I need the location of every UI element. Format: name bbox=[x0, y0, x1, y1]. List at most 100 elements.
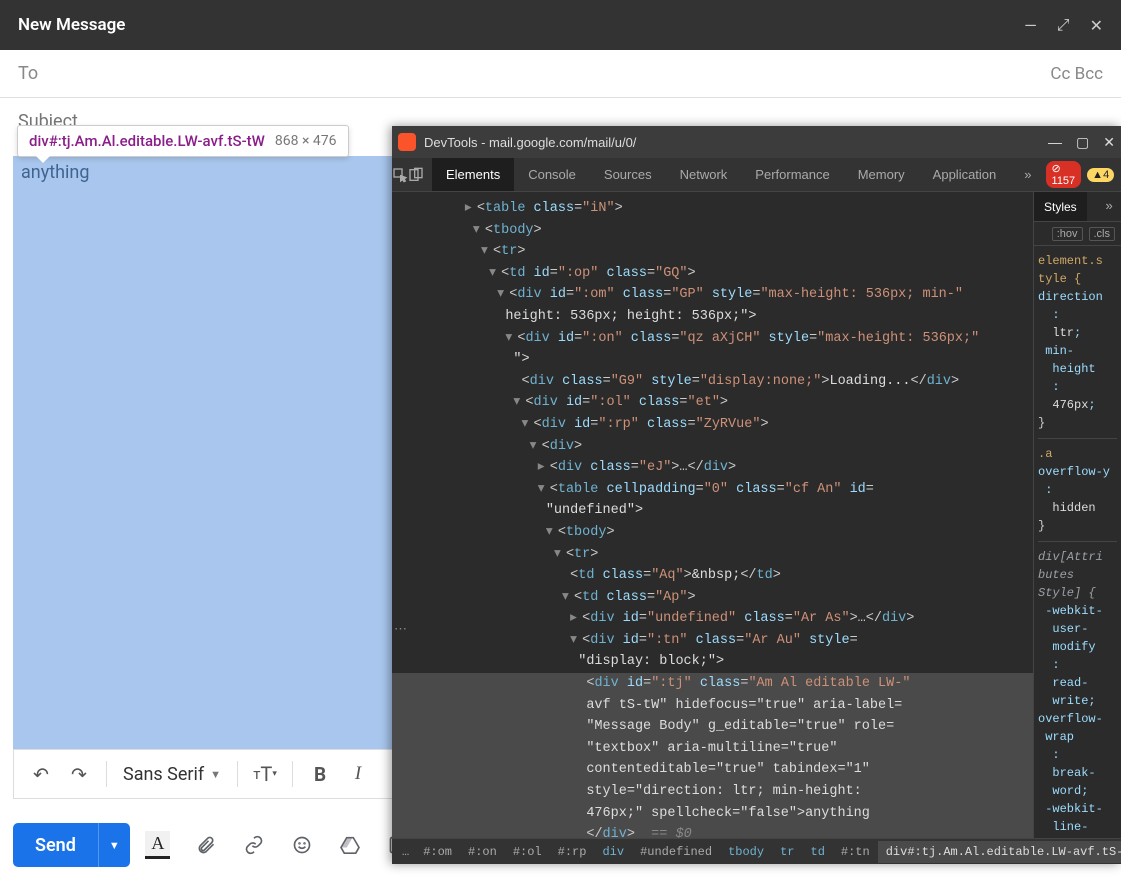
cls-toggle[interactable]: .cls bbox=[1089, 227, 1116, 241]
crumb[interactable]: tr bbox=[772, 845, 802, 859]
expand-icon[interactable]: ⤢ bbox=[1057, 15, 1070, 35]
crumb[interactable]: #:rp bbox=[550, 845, 595, 859]
emoji-icon[interactable] bbox=[288, 831, 316, 859]
devtools-titlebar[interactable]: DevTools - mail.google.com/mail/u/0/ — ▢… bbox=[392, 126, 1121, 158]
devtools-window-controls: — ▢ ✕ bbox=[1048, 134, 1115, 151]
crumb[interactable]: td bbox=[803, 845, 833, 859]
dom-tree-line[interactable]: ▸<div id="undefined" class="Ar As">…</di… bbox=[392, 608, 1033, 630]
crumb[interactable]: tbody bbox=[720, 845, 772, 859]
attach-icon[interactable] bbox=[192, 831, 220, 859]
dom-tree-line[interactable]: ▾<div id=":tn" class="Ar Au" style= bbox=[392, 630, 1033, 652]
tab-application[interactable]: Application bbox=[919, 158, 1011, 191]
tab-console[interactable]: Console bbox=[514, 158, 590, 191]
dom-tree-line[interactable]: <td class="Aq">&nbsp;</td> bbox=[392, 565, 1033, 587]
css-rule[interactable]: } bbox=[1038, 414, 1117, 432]
send-button[interactable]: Send ▼ bbox=[13, 823, 130, 867]
dom-tree-line[interactable]: ▾<div id=":on" class="qz aXjCH" style="m… bbox=[392, 328, 1033, 350]
styles-filter-bar: :hov .cls bbox=[1034, 222, 1121, 246]
drive-icon[interactable] bbox=[336, 831, 364, 859]
css-rule[interactable]: -webkit- line- break : after- white- spa… bbox=[1038, 800, 1117, 838]
dom-tree-line[interactable]: contenteditable="true" tabindex="1" bbox=[392, 759, 1033, 781]
devtools-window: DevTools - mail.google.com/mail/u/0/ — ▢… bbox=[392, 126, 1121, 864]
dom-tree-line[interactable]: "> bbox=[392, 349, 1033, 371]
italic-icon[interactable]: I bbox=[341, 757, 375, 791]
undo-icon[interactable]: ↶ bbox=[24, 757, 58, 791]
dom-tree-line[interactable]: ▾<tbody> bbox=[392, 522, 1033, 544]
cc-link[interactable]: Cc bbox=[1050, 64, 1070, 84]
close-icon[interactable]: ✕ bbox=[1103, 134, 1115, 151]
dom-tree-line[interactable]: style="direction: ltr; min-height: bbox=[392, 781, 1033, 803]
dom-tree-line[interactable]: height: 536px; height: 536px;"> bbox=[392, 306, 1033, 328]
to-field-row[interactable]: To Cc Bcc bbox=[0, 50, 1121, 98]
dom-tree-line[interactable]: "undefined"> bbox=[392, 500, 1033, 522]
tab-memory[interactable]: Memory bbox=[844, 158, 919, 191]
dom-tree-line[interactable]: ▾<div id=":om" class="GP" style="max-hei… bbox=[392, 284, 1033, 306]
dom-tree-line[interactable]: ▾<tbody> bbox=[392, 220, 1033, 242]
maximize-icon[interactable]: ▢ bbox=[1076, 134, 1089, 151]
error-count-badge[interactable]: ⊘ 1157 bbox=[1046, 161, 1082, 188]
crumb[interactable]: div bbox=[594, 845, 632, 859]
tab-network[interactable]: Network bbox=[666, 158, 742, 191]
crumb[interactable]: #:on bbox=[460, 845, 505, 859]
css-rule[interactable]: } bbox=[1038, 517, 1117, 535]
inspect-element-icon[interactable] bbox=[392, 158, 408, 192]
css-rule[interactable]: element.style { bbox=[1038, 252, 1117, 288]
hov-toggle[interactable]: :hov bbox=[1052, 227, 1083, 241]
dom-breadcrumb[interactable]: … #:om #:on #:ol #:rp div #undefined tbo… bbox=[392, 838, 1121, 864]
device-toggle-icon[interactable] bbox=[408, 158, 424, 192]
styles-tabs-overflow-icon[interactable]: » bbox=[1097, 199, 1121, 214]
crumb[interactable]: #:om bbox=[415, 845, 460, 859]
bcc-link[interactable]: Bcc bbox=[1075, 64, 1103, 84]
dom-tree-line[interactable]: <div class="G9" style="display:none;">Lo… bbox=[392, 371, 1033, 393]
elements-panel[interactable]: ▸<table class="iN"> ▾<tbody> ▾<tr> ▾<td … bbox=[392, 192, 1033, 838]
css-rule[interactable]: overflow- wrap : break- word; bbox=[1038, 710, 1117, 800]
css-rule[interactable]: min- height : 476px; bbox=[1038, 342, 1117, 414]
send-button-label[interactable]: Send bbox=[13, 823, 98, 867]
dom-tree-line[interactable]: ▾<div id=":ol" class="et"> bbox=[392, 392, 1033, 414]
dom-tree-line[interactable]: </div> == $0 bbox=[392, 824, 1033, 838]
link-icon[interactable] bbox=[240, 831, 268, 859]
font-family-select[interactable]: Sans Serif ▼ bbox=[117, 764, 227, 785]
dom-tree-line[interactable]: ▸<table class="iN"> bbox=[392, 198, 1033, 220]
css-rule[interactable]: overflow-y : hidden bbox=[1038, 463, 1117, 517]
styles-rules[interactable]: element.style {direction : ltr; min- hei… bbox=[1034, 246, 1121, 838]
dom-tree-line[interactable]: avf tS-tW" hidefocus="true" aria-label= bbox=[392, 695, 1033, 717]
bold-icon[interactable]: B bbox=[303, 757, 337, 791]
dom-tree-line[interactable]: "textbox" aria-multiline="true" bbox=[392, 738, 1033, 760]
css-rule[interactable]: .a <br>oI .Am.Al {</span> bbox=[1038, 445, 1117, 463]
css-rule[interactable]: -webkit- user- modify : read- write; bbox=[1038, 602, 1117, 710]
dom-tree-line[interactable]: <div id=":tj" class="Am Al editable LW-" bbox=[392, 673, 1033, 695]
crumb[interactable]: #:tn bbox=[833, 845, 878, 859]
dom-tree-line[interactable]: "display: block;"> bbox=[392, 651, 1033, 673]
tab-elements[interactable]: Elements bbox=[432, 158, 514, 191]
tab-styles[interactable]: Styles bbox=[1034, 192, 1087, 221]
dom-tree-line[interactable]: ▾<div> bbox=[392, 436, 1033, 458]
dom-tree-line[interactable]: ▾<td id=":op" class="GQ"> bbox=[392, 263, 1033, 285]
tab-sources[interactable]: Sources bbox=[590, 158, 666, 191]
crumb[interactable]: #:ol bbox=[505, 845, 550, 859]
breadcrumb-overflow[interactable]: … bbox=[396, 845, 415, 859]
send-options-dropdown[interactable]: ▼ bbox=[98, 823, 130, 867]
css-rule[interactable]: direction : ltr; bbox=[1038, 288, 1117, 342]
tooltip-selector: div#:tj.Am.Al.editable.LW-avf.tS-tW bbox=[29, 132, 265, 150]
dom-tree-line[interactable]: ▾<div id=":rp" class="ZyRVue"> bbox=[392, 414, 1033, 436]
dom-tree-line[interactable]: 476px;" spellcheck="false">anything bbox=[392, 803, 1033, 825]
warning-count-badge[interactable]: ▲4 bbox=[1087, 168, 1114, 182]
minimize-icon[interactable]: — bbox=[1048, 134, 1062, 151]
dom-tree-line[interactable]: ▾<td class="Ap"> bbox=[392, 587, 1033, 609]
dom-tree-line[interactable]: ▾<tr> bbox=[392, 241, 1033, 263]
redo-icon[interactable]: ↷ bbox=[62, 757, 96, 791]
tab-performance[interactable]: Performance bbox=[741, 158, 843, 191]
dom-tree-line[interactable]: ▾<tr> bbox=[392, 544, 1033, 566]
css-rule[interactable]: div[AttributesStyle] { bbox=[1038, 548, 1117, 602]
minimize-icon[interactable]: — bbox=[1024, 16, 1037, 35]
font-size-icon[interactable]: тT▾ bbox=[248, 757, 282, 791]
dom-tree-line[interactable]: ▸<div class="eJ">…</div> bbox=[392, 457, 1033, 479]
dom-tree-line[interactable]: "Message Body" g_editable="true" role= bbox=[392, 716, 1033, 738]
tabs-overflow-icon[interactable]: » bbox=[1010, 158, 1045, 191]
text-formatting-icon[interactable]: A bbox=[144, 831, 172, 859]
crumb[interactable]: #undefined bbox=[632, 845, 720, 859]
dom-tree-line[interactable]: ▾<table cellpadding="0" class="cf An" id… bbox=[392, 479, 1033, 501]
crumb-active[interactable]: div#:tj.Am.Al.editable.LW-avf.tS-tW bbox=[878, 841, 1121, 863]
close-icon[interactable]: ✕ bbox=[1090, 16, 1103, 35]
